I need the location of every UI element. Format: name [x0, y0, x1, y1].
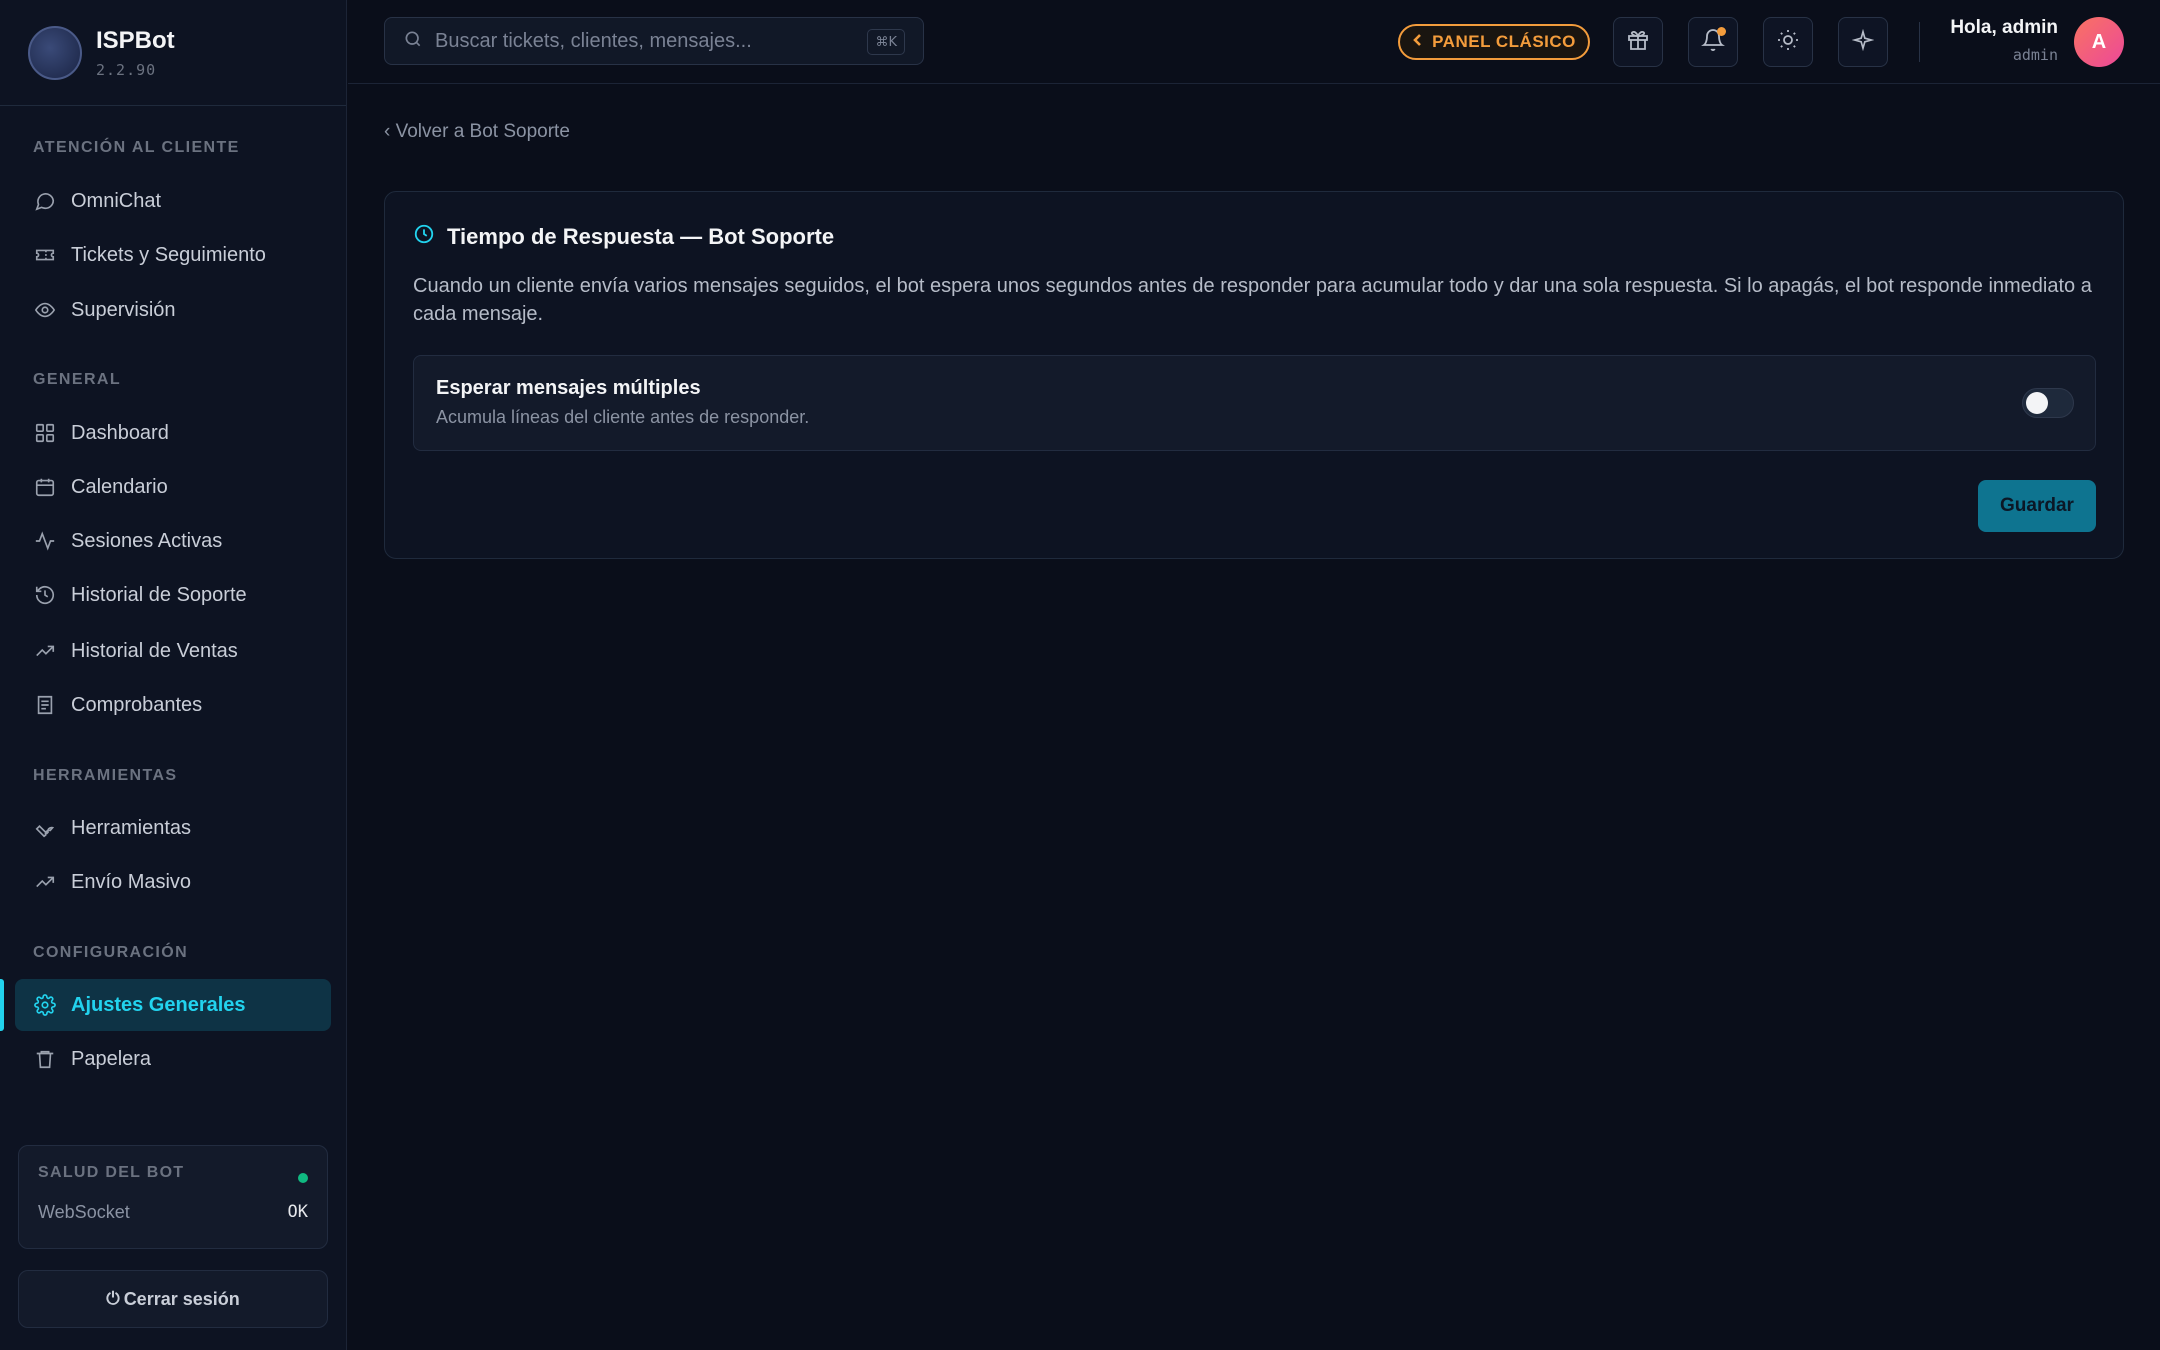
avatar[interactable]: A — [2074, 17, 2124, 67]
brand: ISPBot 2.2.90 — [0, 0, 346, 106]
user-role: admin — [2012, 46, 2058, 64]
search-icon — [403, 29, 423, 54]
health-label: WebSocket — [38, 1202, 130, 1222]
calendar-icon — [33, 475, 57, 499]
sidebar: ISPBot 2.2.90 ATENCIÓN AL CLIENTE OmniCh… — [0, 0, 347, 1350]
notification-dot — [1717, 27, 1726, 36]
trending-up-icon — [33, 870, 57, 894]
sidebar-item-envio-masivo[interactable]: Envío Masivo — [15, 856, 331, 908]
history-icon — [33, 583, 57, 607]
sidebar-item-label: OmniChat — [71, 189, 162, 212]
user-greeting: Hola, admin — [1950, 17, 2058, 38]
active-indicator — [0, 979, 4, 1031]
sidebar-item-label: Dashboard — [71, 421, 169, 444]
option-subtitle: Acumula líneas del cliente antes de resp… — [436, 407, 810, 427]
response-time-card: Tiempo de Respuesta — Bot Soporte Cuando… — [384, 191, 2124, 559]
sidebar-item-ajustes[interactable]: Ajustes Generales — [15, 979, 331, 1031]
app-name: ISPBot — [96, 26, 175, 54]
gift-icon — [1626, 28, 1650, 57]
sidebar-item-label: Envío Masivo — [71, 870, 192, 893]
classic-panel-label: PANEL CLÁSICO — [1432, 32, 1576, 51]
logout-label: Cerrar sesión — [123, 1288, 240, 1309]
sidebar-item-calendario[interactable]: Calendario — [15, 461, 331, 513]
option-title: Esperar mensajes múltiples — [436, 377, 701, 399]
sidebar-item-herramientas[interactable]: Herramientas — [15, 802, 331, 854]
chevron-left-icon — [1412, 32, 1424, 52]
clock-icon — [413, 223, 435, 250]
wait-messages-toggle[interactable] — [2022, 388, 2074, 418]
grid-icon — [33, 421, 57, 445]
wait-multiple-messages-option: Esperar mensajes múltiples Acumula línea… — [413, 355, 2096, 451]
ticket-icon — [33, 243, 57, 267]
health-value: OK — [287, 1202, 308, 1222]
save-button[interactable]: Guardar — [1978, 480, 2096, 532]
section-herramientas: HERRAMIENTAS — [33, 767, 178, 784]
theme-toggle-button[interactable] — [1763, 17, 1813, 67]
shortcut-hint: ⌘K — [867, 29, 905, 55]
sidebar-item-label: Sesiones Activas — [71, 529, 223, 552]
topbar: ⌘K PANEL CLÁSICO Hola, admin admin A — [348, 0, 2160, 84]
classic-panel-button[interactable]: PANEL CLÁSICO — [1398, 24, 1590, 60]
trending-up-icon — [33, 639, 57, 663]
section-configuracion: CONFIGURACIÓN — [33, 944, 189, 961]
wrench-icon — [33, 816, 57, 840]
sidebar-item-dashboard[interactable]: Dashboard — [15, 407, 331, 459]
sidebar-item-papelera[interactable]: Papelera — [15, 1033, 331, 1085]
ai-assistant-button[interactable] — [1838, 17, 1888, 67]
gear-icon — [33, 993, 57, 1017]
sidebar-item-sesiones[interactable]: Sesiones Activas — [15, 515, 331, 567]
logout-button[interactable]: ⏻ Cerrar sesión — [18, 1270, 328, 1328]
search-input[interactable] — [435, 29, 855, 53]
app-logo — [28, 25, 82, 80]
back-link[interactable]: ‹ Volver a Bot Soporte — [384, 121, 570, 143]
eye-icon — [33, 298, 57, 322]
sun-icon — [1776, 28, 1800, 57]
trash-icon — [33, 1047, 57, 1071]
power-icon: ⏻ — [106, 1289, 120, 1308]
sidebar-item-supervision[interactable]: Supervisión — [15, 284, 331, 336]
card-description: Cuando un cliente envía varios mensajes … — [413, 275, 2092, 325]
chat-bubble-icon — [33, 189, 57, 213]
gift-button[interactable] — [1613, 17, 1663, 67]
sidebar-item-label: Supervisión — [71, 298, 176, 321]
user-info: Hola, admin admin — [1950, 17, 2058, 64]
app-version: 2.2.90 — [96, 60, 157, 79]
sidebar-item-label: Papelera — [71, 1047, 152, 1070]
notifications-button[interactable] — [1688, 17, 1738, 67]
toggle-knob — [2026, 392, 2048, 414]
health-title: SALUD DEL BOT — [38, 1164, 185, 1181]
sidebar-item-historial-soporte[interactable]: Historial de Soporte — [15, 569, 331, 621]
sidebar-item-tickets[interactable]: Tickets y Seguimiento — [15, 229, 331, 281]
divider — [1919, 22, 1920, 62]
receipt-icon — [33, 693, 57, 717]
sparkle-icon — [1851, 28, 1875, 56]
sidebar-item-label: Calendario — [71, 475, 168, 498]
sidebar-item-label: Tickets y Seguimiento — [71, 243, 266, 266]
sidebar-item-label: Ajustes Generales — [71, 993, 246, 1016]
sidebar-item-omnichat[interactable]: OmniChat — [15, 175, 331, 227]
sidebar-item-label: Historial de Soporte — [71, 583, 247, 606]
sidebar-item-comprobantes[interactable]: Comprobantes — [15, 679, 331, 731]
status-dot — [298, 1173, 308, 1183]
section-general: GENERAL — [33, 371, 122, 388]
card-title: Tiempo de Respuesta — Bot Soporte — [447, 223, 835, 249]
search-box[interactable]: ⌘K — [384, 17, 924, 65]
bot-health-panel: SALUD DEL BOT WebSocket OK — [18, 1145, 328, 1249]
sidebar-item-label: Comprobantes — [71, 693, 203, 716]
activity-icon — [33, 529, 57, 553]
sidebar-item-historial-ventas[interactable]: Historial de Ventas — [15, 625, 331, 677]
section-atencion: ATENCIÓN AL CLIENTE — [33, 139, 240, 156]
sidebar-item-label: Historial de Ventas — [71, 639, 238, 662]
sidebar-item-label: Herramientas — [71, 816, 192, 839]
